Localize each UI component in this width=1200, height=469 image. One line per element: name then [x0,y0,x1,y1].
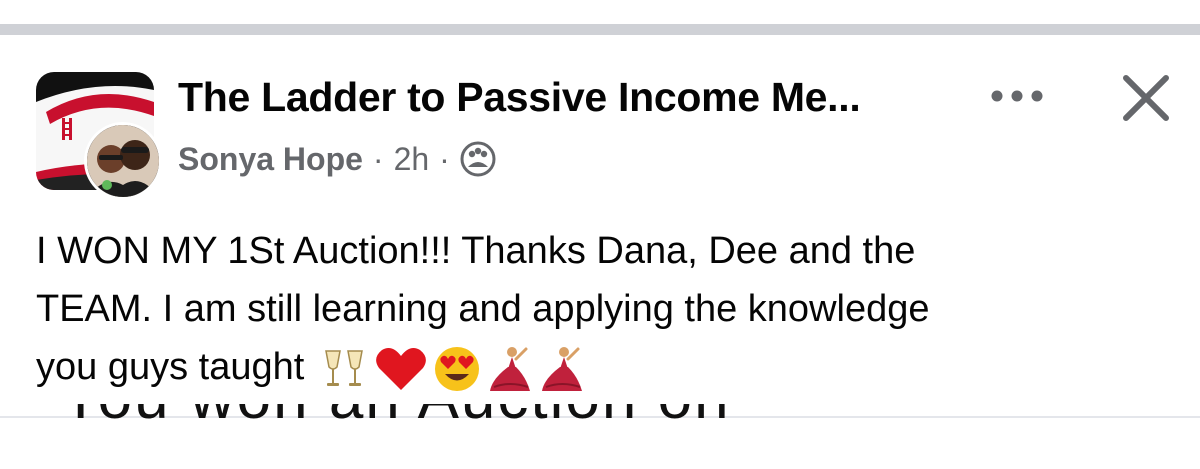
author-name[interactable]: Sonya Hope [178,141,363,178]
post-text-line: TEAM. I am still learning and applying t… [36,288,930,330]
post-text-line-last: you guys taught [36,338,1176,396]
attached-image-preview[interactable]: You won an Auction on [60,404,900,424]
post-meta: Sonya Hope · 2h · [178,138,496,180]
heart-eyes-icon [435,346,480,391]
group-name[interactable]: The Ladder to Passive Income Me... [178,74,938,121]
author-avatar[interactable] [84,122,162,200]
more-options-icon [991,90,1043,102]
emoji-group [318,345,590,393]
dancer-icon [542,346,583,391]
meta-separator: · [372,140,384,177]
top-spacer [0,0,1200,24]
clinking-glasses-icon [325,350,364,386]
post-timestamp[interactable]: 2h [394,141,430,178]
attached-image-text: You won an Auction on [60,404,731,424]
close-icon [1123,75,1169,121]
post-text-line: I WON MY 1St Auction!!! Thanks Dana, Dee… [36,230,916,272]
feed-separator-bar [0,24,1200,35]
author-photo-icon [87,125,159,197]
close-button[interactable] [1114,68,1178,128]
meta-separator: · [439,140,450,177]
dancer-icon [490,346,531,391]
group-members-icon [460,141,496,177]
more-options-button[interactable] [984,76,1050,116]
post-text-line: you guys taught [36,346,305,388]
post-body: I WON MY 1St Auction!!! Thanks Dana, Dee… [36,222,1176,396]
red-heart-icon [376,347,427,390]
